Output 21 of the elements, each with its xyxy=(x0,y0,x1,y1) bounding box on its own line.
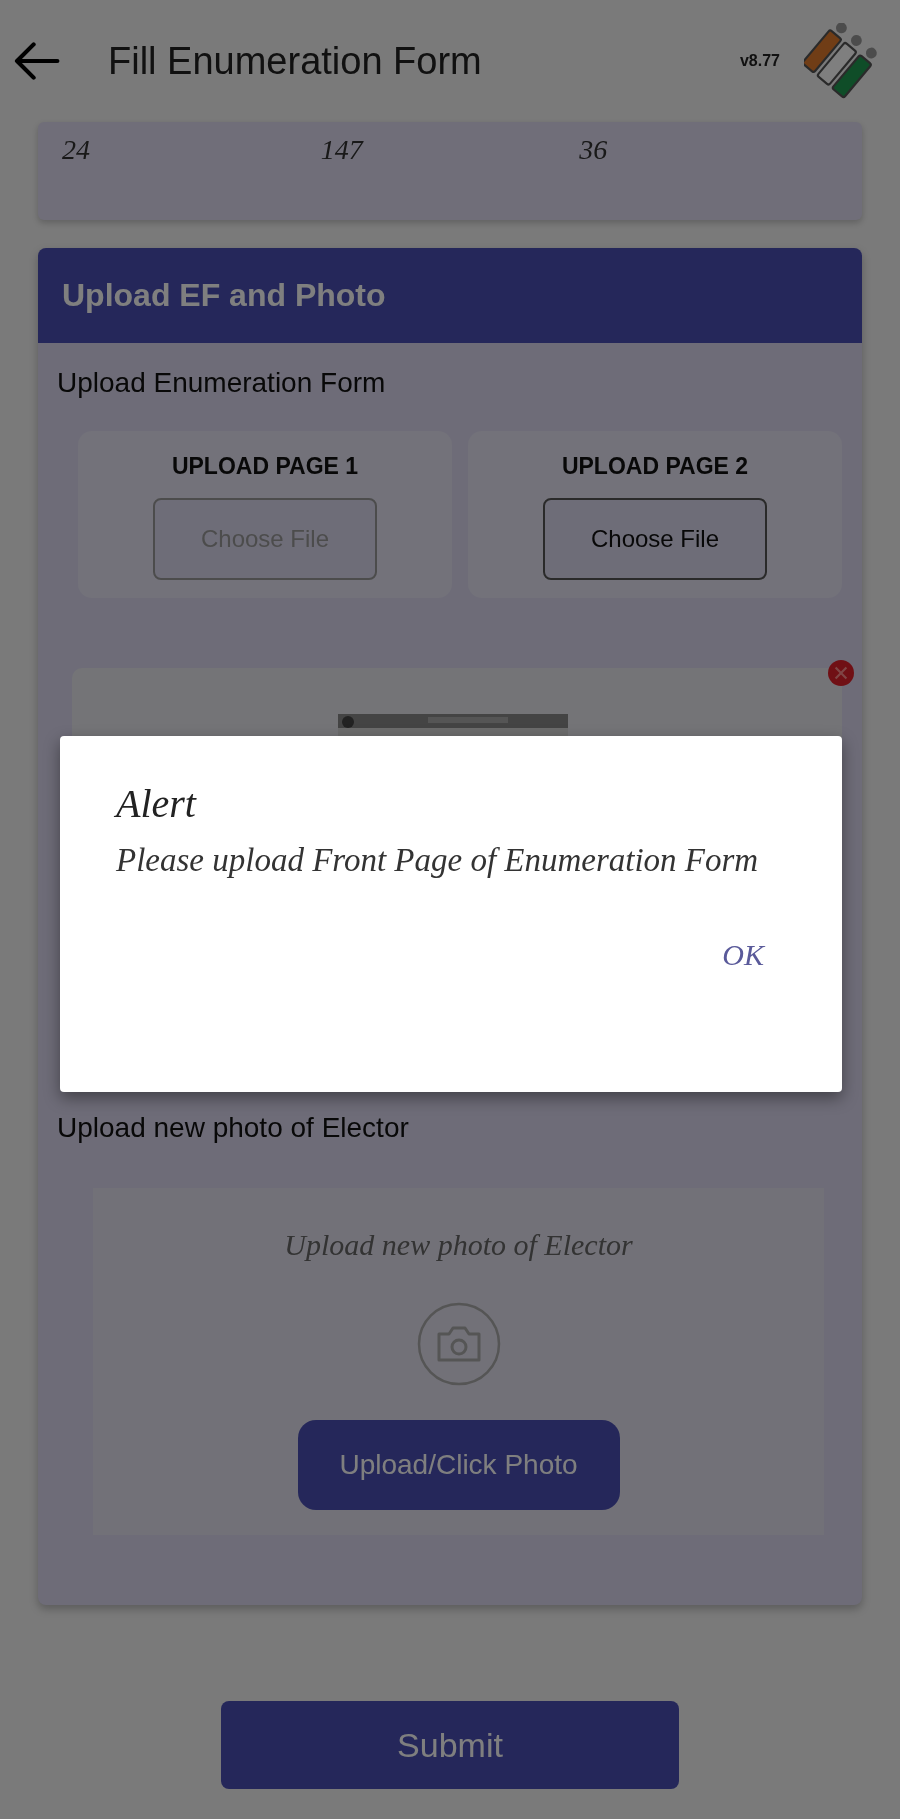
summary-value: 24 xyxy=(62,134,91,167)
summary-value: 36 xyxy=(579,134,609,167)
version-label: v8.77 xyxy=(739,52,780,70)
page-title: Fill Enumeration Form xyxy=(108,39,483,83)
upload-page-label: UPLOAD PAGE 2 xyxy=(561,453,749,480)
ok-button[interactable]: OK xyxy=(710,933,776,976)
summary-value: 147 xyxy=(320,134,365,167)
dialog-message: Please upload Front Page of Enumeration Form xyxy=(116,841,760,880)
upload-page-label: UPLOAD PAGE 1 xyxy=(171,453,359,480)
dialog-title: Alert xyxy=(116,780,198,827)
choose-file-button[interactable]: Choose File xyxy=(543,498,767,580)
remove-icon[interactable] xyxy=(828,660,854,686)
back-arrow-icon[interactable] xyxy=(12,42,60,80)
photo-hint: Upload new photo of Elector xyxy=(284,1228,633,1262)
section-label: Upload new photo of Elector xyxy=(56,1111,410,1144)
upload-photo-button[interactable]: Upload/Click Photo xyxy=(297,1420,620,1510)
camera-icon xyxy=(416,1302,501,1386)
striped-logo-icon xyxy=(804,23,880,99)
submit-button[interactable]: Submit xyxy=(221,1701,679,1789)
card-title: Upload EF and Photo xyxy=(62,277,386,314)
section-label: Upload Enumeration Form xyxy=(56,366,387,399)
